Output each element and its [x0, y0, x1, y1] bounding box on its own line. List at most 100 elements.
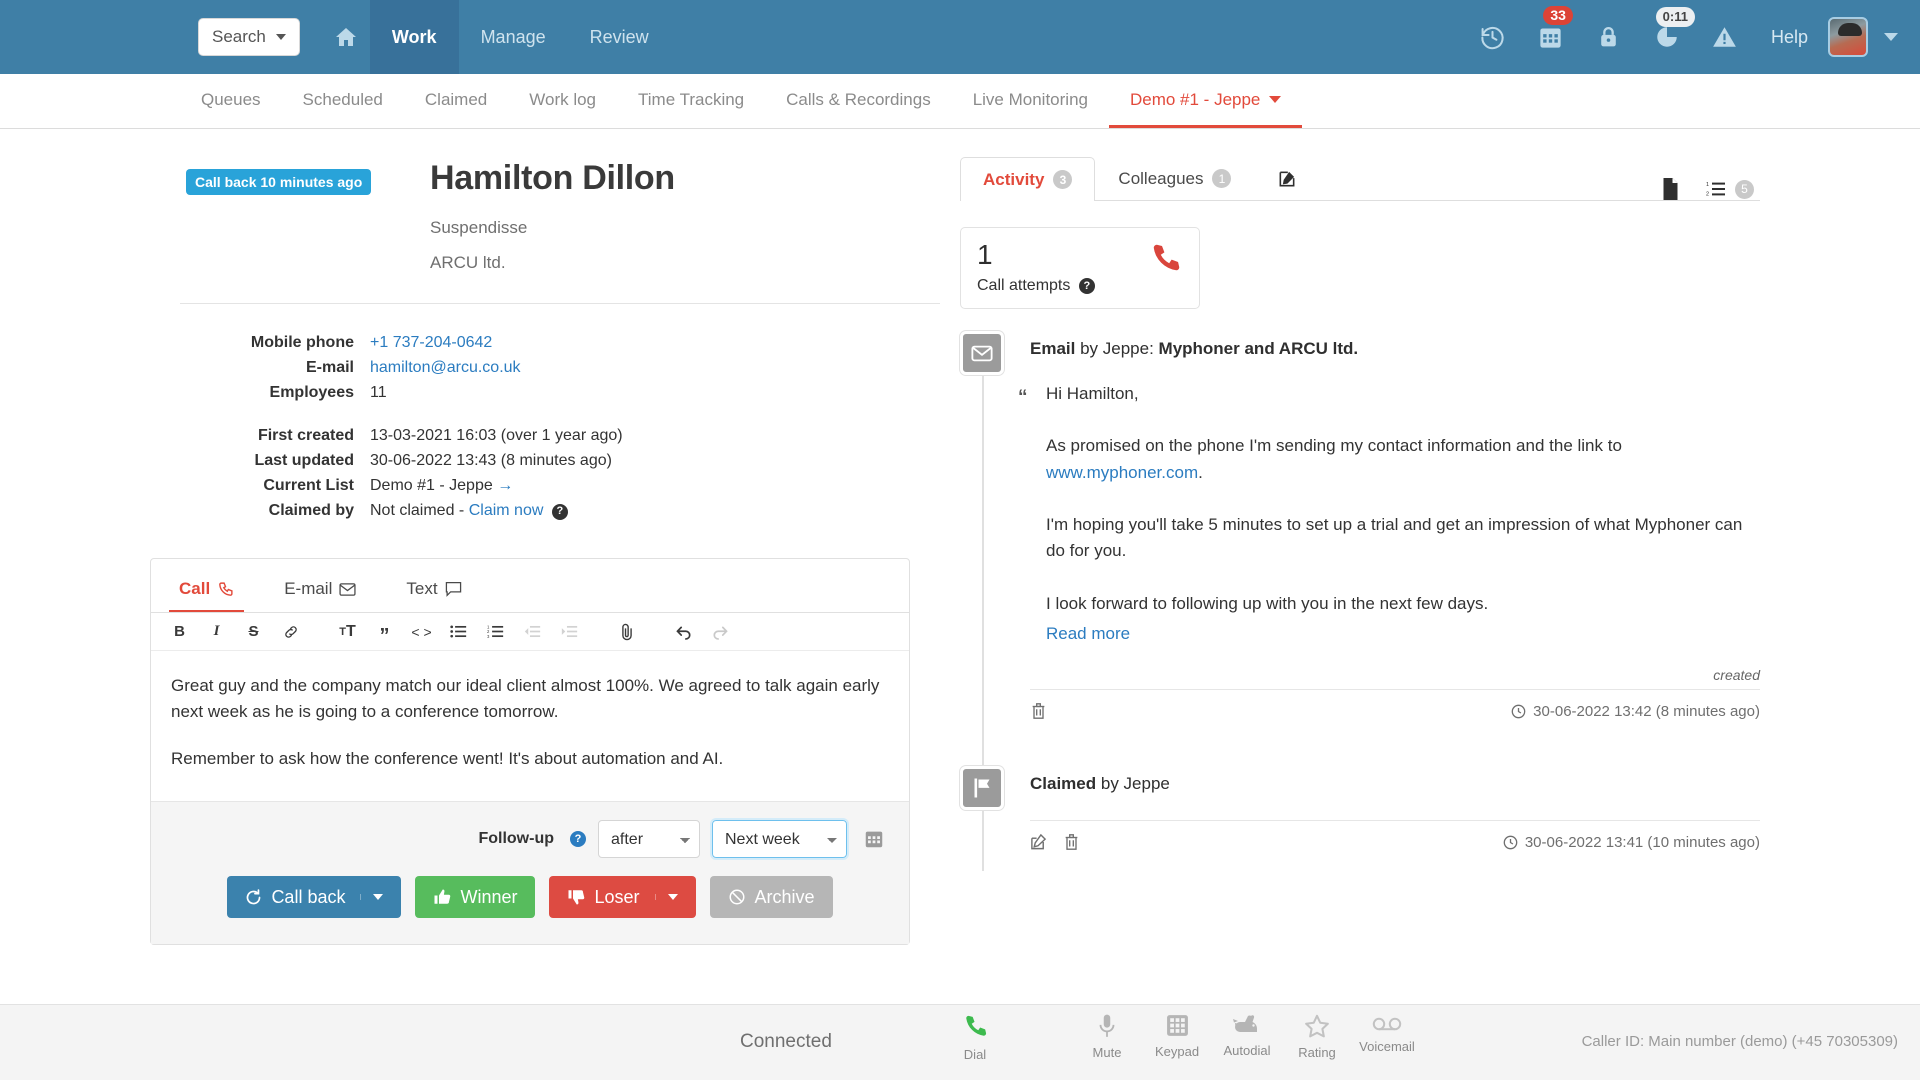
secondary-navigation-bar: Queues Scheduled Claimed Work log Time T…: [0, 74, 1920, 129]
autodial-button[interactable]: Autodial: [1212, 1013, 1282, 1058]
ban-icon: [728, 888, 746, 906]
field-value: Demo #1 - Jeppe: [370, 477, 493, 494]
archive-button[interactable]: Archive: [709, 876, 833, 918]
clock-icon: [1511, 704, 1526, 719]
nav-item-manage[interactable]: Manage: [459, 0, 568, 74]
attachment-button[interactable]: [608, 617, 645, 647]
myphoner-link[interactable]: www.myphoner.com: [1046, 463, 1198, 482]
history-icon[interactable]: [1467, 0, 1519, 74]
chevron-down-icon: [275, 34, 286, 40]
trash-icon[interactable]: [1030, 702, 1047, 720]
field-label: Employees: [269, 384, 354, 401]
quote-line: I'm hoping you'll take 5 minutes to set …: [1046, 515, 1743, 561]
help-icon[interactable]: ?: [551, 503, 568, 520]
tab-call[interactable]: Call: [169, 571, 245, 612]
claim-now-link[interactable]: Claim now: [469, 502, 544, 519]
read-more-link[interactable]: Read more: [1046, 621, 1130, 647]
bold-button[interactable]: B: [161, 617, 198, 647]
entry-kind: Claimed: [1030, 774, 1097, 794]
mute-label: Mute: [1092, 1045, 1122, 1060]
svg-text:2: 2: [1706, 192, 1709, 198]
help-link[interactable]: Help: [1757, 27, 1822, 48]
link-button[interactable]: [272, 617, 309, 647]
note-text-area[interactable]: Great guy and the company match our idea…: [151, 651, 909, 801]
mute-button[interactable]: Mute: [1072, 1013, 1142, 1060]
field-label: E-mail: [305, 359, 354, 376]
loser-button[interactable]: Loser: [549, 876, 696, 918]
email-link[interactable]: hamilton@arcu.co.uk: [370, 359, 521, 376]
calendar-icon[interactable]: 33: [1525, 0, 1577, 74]
tab-text-label: Text: [406, 579, 438, 598]
microphone-icon: [1095, 1013, 1119, 1039]
compose-note-button[interactable]: [1254, 156, 1320, 200]
call-attempts-count: 1: [977, 239, 993, 270]
subnav-item-live-monitoring[interactable]: Live Monitoring: [952, 74, 1109, 128]
tab-email[interactable]: E-mail: [274, 571, 366, 612]
tab-text[interactable]: Text: [396, 571, 471, 612]
arrow-right-icon[interactable]: →: [497, 477, 513, 494]
undo-button[interactable]: [665, 617, 702, 647]
voicemail-button[interactable]: Voicemail: [1352, 1013, 1422, 1054]
subnav-item-scheduled[interactable]: Scheduled: [282, 74, 404, 128]
strikethrough-button[interactable]: S: [235, 617, 272, 647]
chevron-down-icon[interactable]: [1884, 33, 1898, 41]
field-value: 13-03-2021 16:03 (over 1 year ago): [370, 427, 623, 444]
chevron-down-icon: [373, 894, 384, 900]
redo-button[interactable]: [702, 617, 739, 647]
subnav-item-time-tracking[interactable]: Time Tracking: [617, 74, 765, 128]
home-icon: [333, 25, 359, 49]
document-icon[interactable]: [1661, 178, 1680, 200]
rabbit-icon: [1233, 1013, 1261, 1037]
follow-up-period-select[interactable]: Next week: [710, 818, 849, 860]
blockquote-button[interactable]: ”: [366, 617, 403, 647]
follow-up-when-select[interactable]: after: [598, 820, 700, 858]
help-icon[interactable]: ?: [570, 831, 586, 847]
nav-item-work[interactable]: Work: [369, 0, 459, 74]
tab-activity[interactable]: Activity 3: [960, 157, 1096, 201]
winner-label: Winner: [460, 886, 518, 907]
lock-icon[interactable]: [1583, 0, 1635, 74]
user-avatar[interactable]: [1828, 17, 1868, 57]
code-button[interactable]: < >: [403, 617, 440, 647]
trash-icon[interactable]: [1063, 833, 1080, 851]
timer-pie-icon[interactable]: 0:11: [1641, 0, 1695, 74]
keypad-button[interactable]: Keypad: [1142, 1013, 1212, 1059]
dial-button[interactable]: Dial: [940, 1013, 1010, 1062]
field-row-mobile-phone: Mobile phone +1 737-204-0642: [180, 330, 960, 355]
subnav-item-demo-list[interactable]: Demo #1 - Jeppe: [1108, 74, 1303, 128]
top-nav-right-group: 33 0:11 Help: [1467, 0, 1920, 74]
warning-icon[interactable]: [1699, 0, 1751, 74]
font-size-button[interactable]: TT: [329, 617, 366, 647]
numbered-list-button[interactable]: 123: [477, 617, 514, 647]
entry-by: by Jeppe: [1096, 774, 1170, 794]
home-button[interactable]: [322, 0, 370, 74]
call-attempts-card: 1 Call attempts ?: [960, 227, 1200, 309]
calendar-icon[interactable]: [859, 828, 889, 850]
loser-label: Loser: [594, 886, 640, 907]
subnav-item-work-log[interactable]: Work log: [508, 74, 617, 128]
loser-dropdown-toggle[interactable]: [654, 894, 678, 900]
dialer-bar: Connected Dial Mute Keypad Autodial Rati…: [0, 1004, 1920, 1080]
dialer-controls: Dial Mute Keypad Autodial Rating Voicema…: [940, 1013, 1422, 1062]
subnav-item-claimed[interactable]: Claimed: [404, 74, 508, 128]
ordered-list-button[interactable]: 12 5: [1706, 179, 1754, 199]
rating-button[interactable]: Rating: [1282, 1013, 1352, 1060]
subnav-item-calls-recordings[interactable]: Calls & Recordings: [765, 74, 952, 128]
nav-item-review[interactable]: Review: [568, 0, 671, 74]
rating-label: Rating: [1298, 1045, 1336, 1060]
entry-footer: 30-06-2022 13:42 (8 minutes ago): [1030, 689, 1760, 720]
edit-icon[interactable]: [1030, 833, 1047, 851]
phone-link[interactable]: +1 737-204-0642: [370, 334, 492, 351]
call-back-button[interactable]: Call back: [227, 876, 402, 918]
outdent-button: [514, 617, 551, 647]
call-back-dropdown-toggle[interactable]: [360, 894, 384, 900]
help-icon[interactable]: ?: [1078, 278, 1095, 294]
search-input[interactable]: Search: [198, 18, 300, 56]
tab-call-label: Call: [179, 579, 211, 598]
winner-button[interactable]: Winner: [415, 876, 536, 918]
bullet-list-button[interactable]: [440, 617, 477, 647]
subnav-item-queues[interactable]: Queues: [180, 74, 282, 128]
italic-button[interactable]: I: [198, 617, 235, 647]
phone-icon: [217, 581, 234, 598]
tab-colleagues[interactable]: Colleagues 1: [1095, 156, 1254, 200]
